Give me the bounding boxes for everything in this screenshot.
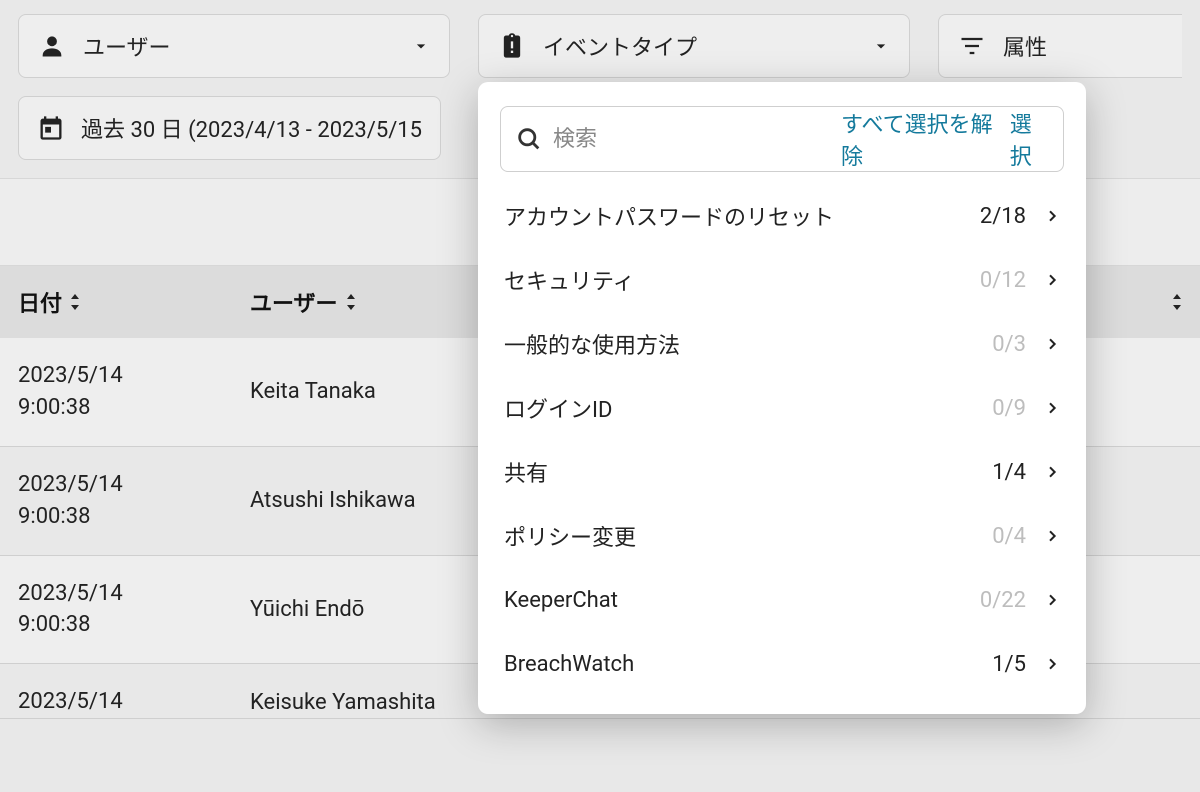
date-range-label: 過去 30 日 (2023/4/13 - 2023/5/15 <box>81 112 422 144</box>
attribute-filter-label: 属性 <box>1003 30 1047 62</box>
chevron-right-icon <box>1044 592 1060 608</box>
dropdown-item-label: KeeperChat <box>504 588 980 613</box>
column-header-date[interactable]: 日付 <box>18 286 250 318</box>
dropdown-item-policy-change[interactable]: ポリシー変更 0/4 <box>478 504 1086 568</box>
column-header-date-label: 日付 <box>18 286 62 318</box>
dropdown-search-input[interactable] <box>553 126 841 152</box>
cell-date: 2023/5/149:00:38 <box>18 360 250 424</box>
date-range-filter[interactable]: 過去 30 日 (2023/4/13 - 2023/5/15 <box>18 96 441 160</box>
clipboard-alert-icon <box>497 31 527 61</box>
dropdown-item-label: 一般的な使用方法 <box>504 328 992 360</box>
dropdown-item-count: 0/22 <box>980 588 1026 613</box>
dropdown-search-row: すべて選択を解除 選択 <box>500 106 1064 172</box>
chevron-right-icon <box>1044 656 1060 672</box>
dropdown-item-count: 2/18 <box>980 204 1026 229</box>
column-header-user-label: ユーザー <box>250 286 338 318</box>
chevron-down-icon <box>411 36 431 56</box>
chevron-right-icon <box>1044 336 1060 352</box>
dropdown-item-label: アカウントパスワードのリセット <box>504 200 980 232</box>
event-type-dropdown: すべて選択を解除 選択 アカウントパスワードのリセット 2/18 セキュリティ … <box>478 82 1086 714</box>
dropdown-item-general-usage[interactable]: 一般的な使用方法 0/3 <box>478 312 1086 376</box>
attribute-filter[interactable]: 属性 <box>938 14 1182 78</box>
chevron-right-icon <box>1044 464 1060 480</box>
chevron-right-icon <box>1044 208 1060 224</box>
deselect-all-link[interactable]: すべて選択を解除 <box>841 107 996 171</box>
dropdown-item-login-id[interactable]: ログインID 0/9 <box>478 376 1086 440</box>
chevron-right-icon <box>1044 528 1060 544</box>
sort-icon <box>346 294 356 310</box>
cell-date: 2023/5/149:00:38 <box>18 469 250 533</box>
cell-date: 2023/5/149:00:38 <box>18 578 250 642</box>
select-link[interactable]: 選択 <box>1010 107 1049 171</box>
search-icon <box>515 125 543 153</box>
sort-icon <box>1172 294 1182 310</box>
chevron-right-icon <box>1044 272 1060 288</box>
dropdown-item-security[interactable]: セキュリティ 0/12 <box>478 248 1086 312</box>
cell-date: 2023/5/14 <box>18 686 250 718</box>
chevron-down-icon <box>871 36 891 56</box>
dropdown-item-count: 0/9 <box>992 396 1026 421</box>
dropdown-item-count: 0/3 <box>992 332 1026 357</box>
user-filter-label: ユーザー <box>83 30 171 62</box>
dropdown-item-label: BreachWatch <box>504 652 992 677</box>
calendar-icon <box>37 114 65 142</box>
dropdown-item-account-password-reset[interactable]: アカウントパスワードのリセット 2/18 <box>478 184 1086 248</box>
dropdown-item-count: 0/4 <box>992 524 1026 549</box>
dropdown-item-count: 0/12 <box>980 268 1026 293</box>
dropdown-item-label: セキュリティ <box>504 264 980 296</box>
dropdown-item-label: ポリシー変更 <box>504 520 992 552</box>
dropdown-item-count: 1/4 <box>992 460 1026 485</box>
person-icon <box>37 31 67 61</box>
dropdown-item-breachwatch[interactable]: BreachWatch 1/5 <box>478 632 1086 696</box>
dropdown-item-count: 1/5 <box>992 652 1026 677</box>
sort-icon <box>70 294 80 310</box>
chevron-right-icon <box>1044 400 1060 416</box>
event-type-filter[interactable]: イベントタイプ <box>478 14 910 78</box>
user-filter[interactable]: ユーザー <box>18 14 450 78</box>
filter-icon <box>957 31 987 61</box>
event-type-filter-label: イベントタイプ <box>543 30 697 62</box>
dropdown-item-keeperchat[interactable]: KeeperChat 0/22 <box>478 568 1086 632</box>
dropdown-item-sharing[interactable]: 共有 1/4 <box>478 440 1086 504</box>
dropdown-item-label: ログインID <box>504 392 992 424</box>
dropdown-item-label: 共有 <box>504 456 992 488</box>
